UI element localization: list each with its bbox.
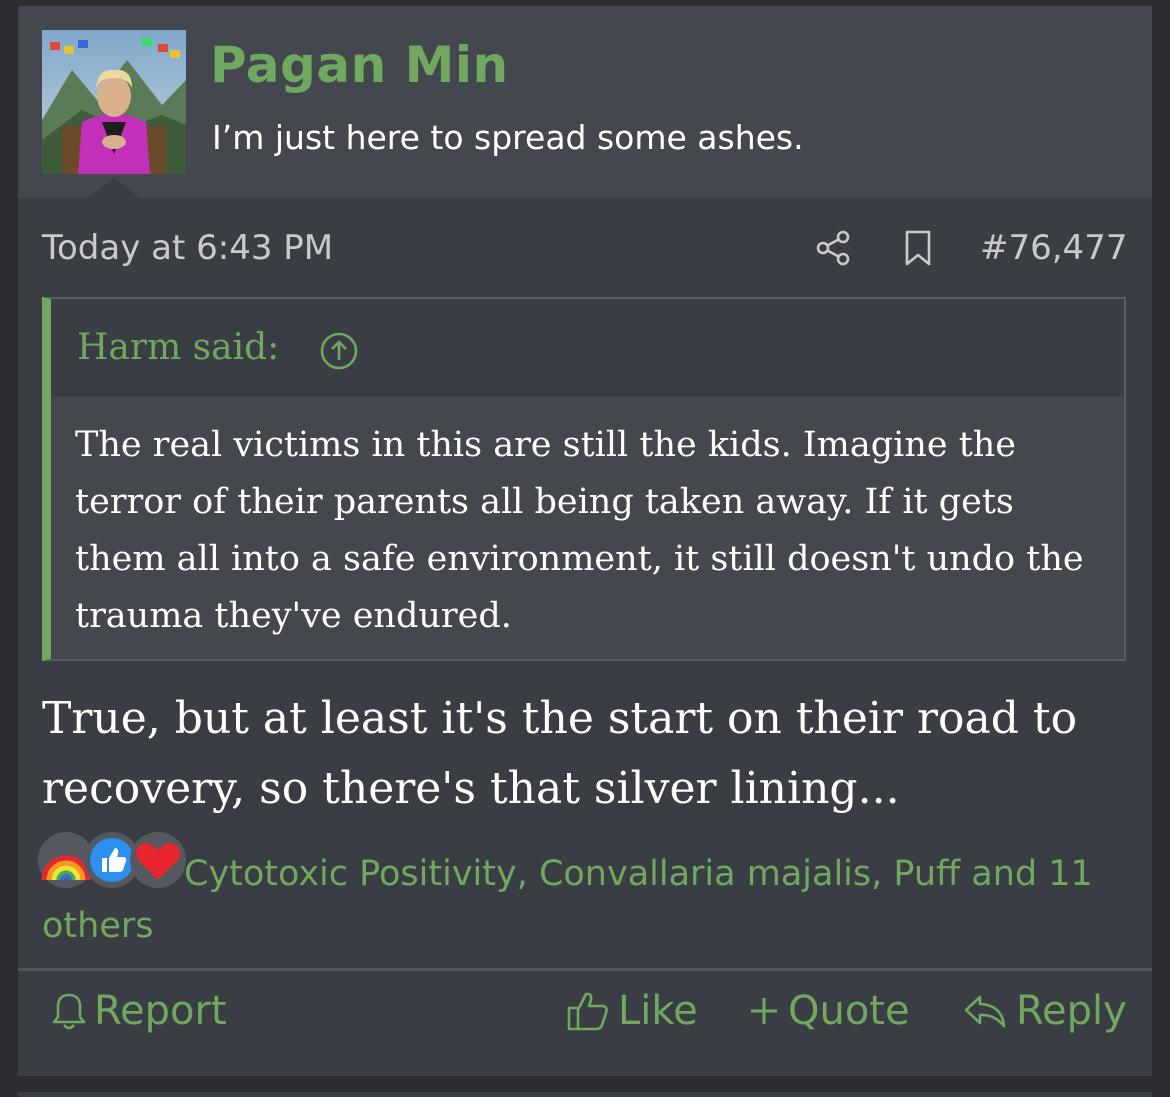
quote-block: Harm said: The real victims in this are … xyxy=(42,297,1126,661)
user-title: I’m just here to spread some ashes. xyxy=(212,118,804,157)
post-timestamp[interactable]: Today at 6:43 PM xyxy=(42,228,333,268)
like-label: Like xyxy=(618,988,698,1034)
quote-header: Harm said: xyxy=(51,299,1124,395)
report-label: Report xyxy=(94,988,227,1034)
report-button[interactable]: Report xyxy=(52,988,227,1034)
post-message: True, but at least it's the start on the… xyxy=(42,693,1078,814)
plus-icon xyxy=(751,998,777,1024)
reaction-users-link[interactable]: Cytotoxic Positivity, Convallaria majali… xyxy=(42,848,1132,952)
avatar-image xyxy=(42,30,186,174)
reply-arrow-icon xyxy=(964,995,1006,1028)
thumbs-up-icon xyxy=(567,992,608,1031)
post-card: Pagan Min I’m just here to spread some a… xyxy=(18,6,1152,1076)
like-button[interactable]: Like xyxy=(566,988,698,1034)
post-number-link[interactable]: #76,477 xyxy=(980,228,1127,268)
post-header: Pagan Min I’m just here to spread some a… xyxy=(18,6,1152,198)
quote-label: Quote xyxy=(788,988,910,1034)
quote-text: The real victims in this are still the k… xyxy=(51,397,1124,659)
quote-button[interactable]: Quote xyxy=(748,988,910,1034)
header-pointer xyxy=(88,178,140,198)
bell-icon xyxy=(52,993,86,1030)
bookmark-icon[interactable] xyxy=(898,228,938,268)
arrow-up-circle-icon[interactable] xyxy=(319,331,359,371)
reply-label: Reply xyxy=(1016,988,1127,1034)
footer-divider xyxy=(18,968,1152,971)
username[interactable]: Pagan Min xyxy=(210,36,509,94)
reply-button[interactable]: Reply xyxy=(962,988,1127,1034)
avatar[interactable] xyxy=(42,30,186,174)
quote-author-link[interactable]: Harm said: xyxy=(77,327,279,368)
next-post-edge xyxy=(18,1092,1152,1097)
share-icon[interactable] xyxy=(814,228,854,268)
